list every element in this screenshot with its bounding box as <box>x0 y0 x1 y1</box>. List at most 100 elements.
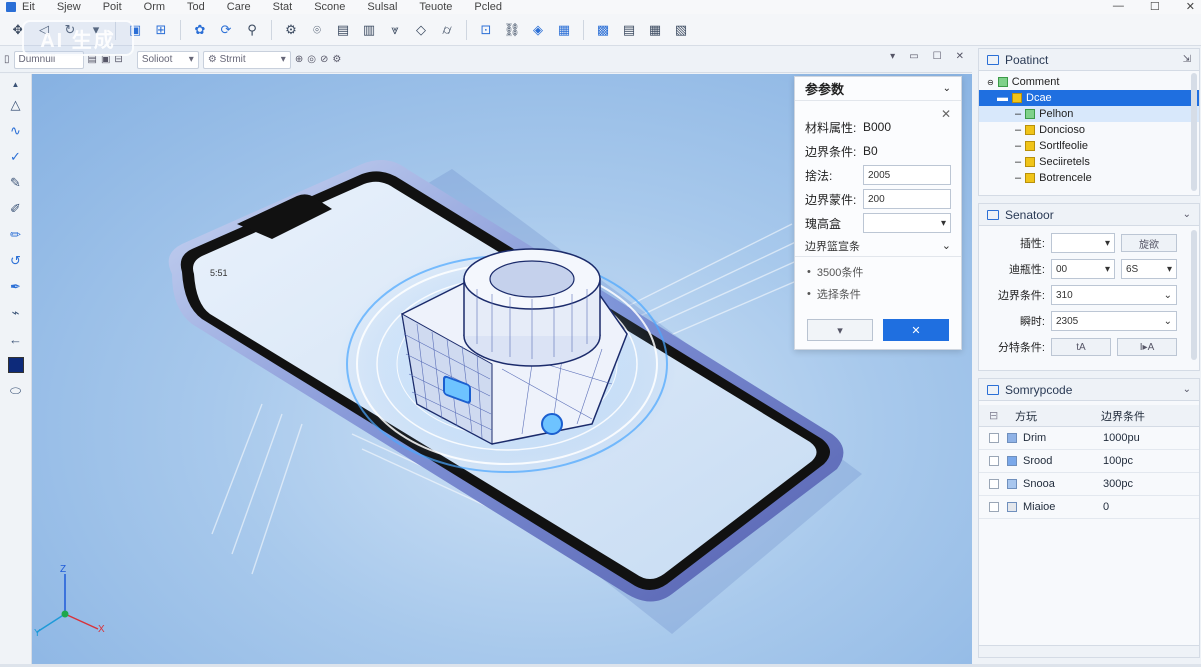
menu-item-sulsal[interactable]: Sulsal <box>367 1 397 13</box>
loop-tool-icon[interactable]: ↺ <box>5 250 27 272</box>
option-item[interactable]: • 选择条件 <box>795 283 961 305</box>
tree-node-doncioso[interactable]: – Doncioso <box>979 122 1199 138</box>
swatch-fill <box>7 357 24 373</box>
pin-icon[interactable]: ⇲ <box>1183 54 1191 65</box>
mesh-icon[interactable]: ✿ <box>190 20 210 40</box>
column-header[interactable]: 边界条件 <box>1097 408 1145 424</box>
prop-select[interactable]: 310 ⌄ <box>1051 285 1177 305</box>
diamond-icon[interactable]: ◇ <box>411 20 431 40</box>
row-checkbox[interactable] <box>989 433 999 443</box>
menu-item-tod[interactable]: Tod <box>187 1 205 13</box>
link-icon[interactable]: ⛓ <box>502 20 522 40</box>
pen-tool-icon[interactable]: ✒ <box>5 276 27 298</box>
row-checkbox[interactable] <box>989 502 999 512</box>
horizontal-scrollbar[interactable] <box>979 645 1199 657</box>
chevron-down-icon[interactable]: ⌄ <box>943 83 951 94</box>
project-scrollbar[interactable] <box>1191 73 1197 191</box>
tree-node-seciiretels[interactable]: – Seciiretels <box>979 154 1199 170</box>
prop-select[interactable]: ▾ <box>1051 233 1115 253</box>
fit-icon[interactable]: ⊘ <box>320 54 328 65</box>
prop-action-button[interactable]: 旋欲 <box>1121 234 1177 252</box>
eyedropper-tool-icon[interactable]: ⌁ <box>5 302 27 324</box>
report-icon[interactable]: ▩ <box>593 20 613 40</box>
table-row[interactable]: Snooa 300pc <box>979 473 1199 496</box>
menu-item-eit[interactable]: Eit <box>22 1 35 13</box>
properties-scrollbar[interactable] <box>1191 230 1197 360</box>
viewport-maximize-icon[interactable]: ☐ <box>933 51 942 62</box>
save-icon[interactable]: ⊡ <box>476 20 496 40</box>
scroll-up-icon[interactable]: ▲ <box>5 78 27 90</box>
tree-node-comment[interactable]: ⊖ Comment <box>979 74 1199 90</box>
prop-select[interactable]: 2305 ⌄ <box>1051 311 1177 331</box>
menu-item-stat[interactable]: Stat <box>273 1 293 13</box>
table-icon[interactable]: ▦ <box>645 20 665 40</box>
zoom-icon[interactable]: ⊕ <box>295 54 303 65</box>
layers-icon[interactable]: ▦ <box>554 20 574 40</box>
cylinder-icon[interactable]: ⌭ <box>437 20 457 40</box>
chevron-down-icon[interactable]: ⌄ <box>1183 209 1191 220</box>
select-all-icon[interactable]: ⊟ <box>979 409 1007 422</box>
settings-icon[interactable]: ⚙ <box>332 54 341 65</box>
table-row[interactable]: Srood 100pc <box>979 450 1199 473</box>
tree-node-botrencele[interactable]: – Botrencele <box>979 170 1199 186</box>
menu-item-orm[interactable]: Orm <box>144 1 165 13</box>
triangle-tool-icon[interactable]: △ <box>5 94 27 116</box>
check-tool-icon[interactable]: ✓ <box>5 146 27 168</box>
visibility-icon[interactable]: ◎ <box>307 54 316 65</box>
menu-item-pcled[interactable]: Pcled <box>474 1 502 13</box>
tree-node-sortlfeolie[interactable]: – Sortlfeolie <box>979 138 1199 154</box>
filter-icon[interactable]: ⩔ <box>385 20 405 40</box>
prop-select[interactable]: 6S ▾ <box>1121 259 1177 279</box>
prop-action-button[interactable]: I▸A <box>1117 338 1177 356</box>
back-arrow-icon[interactable]: ← <box>5 328 27 350</box>
stream-select[interactable]: ⚙ Strmit ▾ <box>202 50 291 69</box>
dialog-cancel-button[interactable]: ✕ <box>883 319 949 341</box>
curve-tool-icon[interactable]: ∿ <box>5 120 27 142</box>
menu-item-care[interactable]: Care <box>227 1 251 13</box>
menu-item-poit[interactable]: Poit <box>103 1 122 13</box>
table-row[interactable]: Drim 1000pu <box>979 427 1199 450</box>
chevron-down-icon[interactable]: ▾ <box>890 51 895 62</box>
method-input[interactable]: 2005 <box>863 165 951 185</box>
dialog-close-icon[interactable]: ✕ <box>941 107 951 121</box>
prop-select[interactable]: 00 ▾ <box>1051 259 1115 279</box>
row-checkbox[interactable] <box>989 479 999 489</box>
view-icon[interactable]: ▯ <box>4 54 10 65</box>
option-item[interactable]: • 3500条件 <box>795 261 961 283</box>
calendar-icon[interactable]: ▤ <box>619 20 639 40</box>
viewport-restore-icon[interactable]: ▭ <box>909 51 918 62</box>
menu-item-scone[interactable]: Scone <box>314 1 345 13</box>
tree-node-dcae[interactable]: ▬ Dcae <box>979 90 1199 106</box>
height-select[interactable]: ▾ <box>863 213 951 233</box>
document-icon[interactable]: ▤ <box>333 20 353 40</box>
viewport-close-icon[interactable]: ✕ <box>956 51 964 62</box>
chevron-down-icon[interactable]: ⌄ <box>1183 384 1191 395</box>
brush-tool-icon[interactable]: ✐ <box>5 198 27 220</box>
marker-tool-icon[interactable]: ✏ <box>5 224 27 246</box>
tree-node-pelhon[interactable]: – Pelhon <box>979 106 1199 122</box>
pencil-tool-icon[interactable]: ✎ <box>5 172 27 194</box>
node-icon[interactable]: ⚙ <box>281 20 301 40</box>
dialog-apply-button[interactable]: ▾ <box>807 319 873 341</box>
row-checkbox[interactable] <box>989 456 999 466</box>
maximize-button[interactable]: ☐ <box>1150 0 1160 13</box>
shape-tool-icon[interactable]: ⬭ <box>5 380 27 402</box>
menu-item-sjew[interactable]: Sjew <box>57 1 81 13</box>
sheet-icon[interactable]: ▥ <box>359 20 379 40</box>
pin-icon[interactable]: ⚲ <box>242 20 262 40</box>
minimize-button[interactable]: — <box>1113 0 1124 13</box>
location-icon[interactable]: ⌾ <box>307 20 327 40</box>
boundary-input[interactable]: 200 <box>863 189 951 209</box>
solution-select[interactable]: Solioot ▾ <box>136 50 199 69</box>
paint-icon[interactable]: ◈ <box>528 20 548 40</box>
boundary-section-toggle[interactable]: 边界篮宣条 ⌄ <box>795 235 961 257</box>
close-window-button[interactable]: ✕ <box>1186 0 1195 13</box>
grid-icon[interactable]: ▧ <box>671 20 691 40</box>
table-row[interactable]: Miaioe 0 <box>979 496 1199 519</box>
refresh-icon[interactable]: ⟳ <box>216 20 236 40</box>
import-icon[interactable]: ⊞ <box>151 20 171 40</box>
menu-item-teuote[interactable]: Teuote <box>419 1 452 13</box>
color-swatch[interactable] <box>5 354 27 376</box>
prop-action-button[interactable]: tA <box>1051 338 1111 356</box>
column-header[interactable]: 方玩 <box>1007 408 1097 424</box>
